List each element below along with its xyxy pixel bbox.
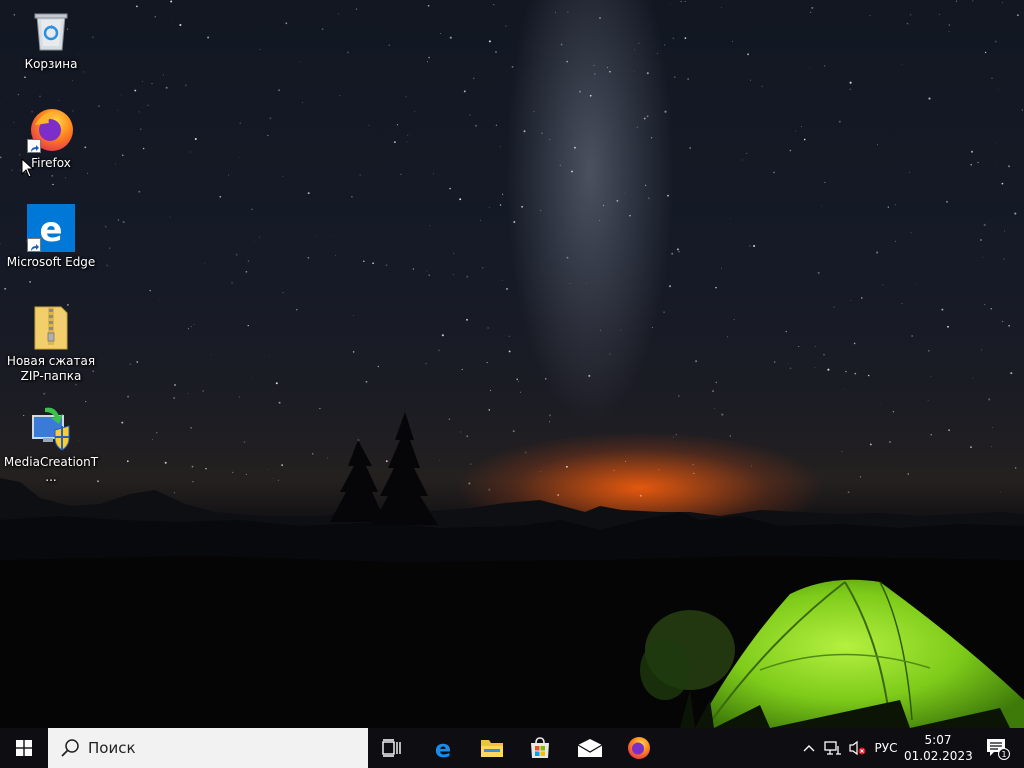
edge-icon: e (435, 736, 451, 760)
shortcut-arrow-icon (27, 238, 41, 252)
desktop-icon-zip-folder[interactable]: Новая сжатая ZIP-папка (3, 303, 99, 384)
chevron-up-icon (803, 745, 815, 752)
icon-label: Новая сжатая ZIP-папка (6, 354, 96, 383)
clock[interactable]: 5:07 01.02.2023 (904, 728, 973, 768)
firefox-icon (27, 105, 75, 153)
notification-icon: 1 (987, 739, 1010, 760)
taskbar: Поиск e РУС 5:07 01.02.2023 1 (0, 728, 1024, 768)
network-button[interactable] (822, 728, 844, 768)
volume-muted-icon (849, 740, 866, 756)
mail-icon (577, 739, 603, 757)
icon-label: Firefox (31, 156, 71, 170)
desktop-icon-firefox[interactable]: Firefox (3, 105, 99, 171)
notification-count: 1 (1001, 750, 1006, 759)
action-center-button[interactable]: 1 (978, 728, 1018, 768)
task-view-icon (382, 739, 401, 757)
volume-button[interactable] (846, 728, 868, 768)
show-hidden-icons-button[interactable] (800, 728, 818, 768)
network-icon (824, 741, 841, 755)
store-icon (531, 737, 549, 758)
icon-label: Microsoft Edge (6, 255, 96, 269)
taskbar-file-explorer-button[interactable] (468, 728, 516, 768)
firefox-icon (628, 737, 650, 759)
icon-label: Корзина (24, 57, 78, 71)
clock-time: 5:07 (924, 733, 952, 747)
start-button[interactable] (0, 728, 48, 768)
desktop-icon-media-creation-tool[interactable]: MediaCreationT... (3, 404, 99, 485)
language-indicator[interactable]: РУС (870, 728, 902, 768)
search-placeholder: Поиск (88, 739, 136, 757)
wallpaper-landscape (0, 412, 1024, 728)
taskbar-store-button[interactable] (516, 728, 564, 768)
svg-text:e: e (39, 210, 62, 250)
edge-icon: e (27, 204, 75, 252)
task-view-button[interactable] (368, 728, 416, 768)
search-box[interactable]: Поиск (48, 728, 368, 768)
desktop-icon-recycle-bin[interactable]: Корзина (3, 6, 99, 72)
svg-text:e: e (435, 736, 451, 760)
windows-logo-icon (16, 740, 32, 756)
desktop[interactable]: Корзина Firefox e Microsoft Edge Новая с… (0, 0, 1024, 728)
file-explorer-icon (481, 740, 503, 757)
clock-date: 01.02.2023 (904, 749, 973, 763)
taskbar-mail-button[interactable] (566, 728, 614, 768)
icon-label: MediaCreationT... (3, 455, 99, 484)
zip-folder-icon (27, 303, 75, 351)
taskbar-firefox-button[interactable] (615, 728, 663, 768)
shortcut-arrow-icon (27, 139, 41, 153)
search-icon (61, 739, 79, 757)
recycle-bin-icon (27, 6, 75, 54)
desktop-icon-edge[interactable]: e Microsoft Edge (3, 204, 99, 270)
media-creation-tool-icon (27, 404, 75, 452)
taskbar-edge-button[interactable]: e (419, 728, 467, 768)
mouse-cursor-icon (21, 158, 35, 178)
